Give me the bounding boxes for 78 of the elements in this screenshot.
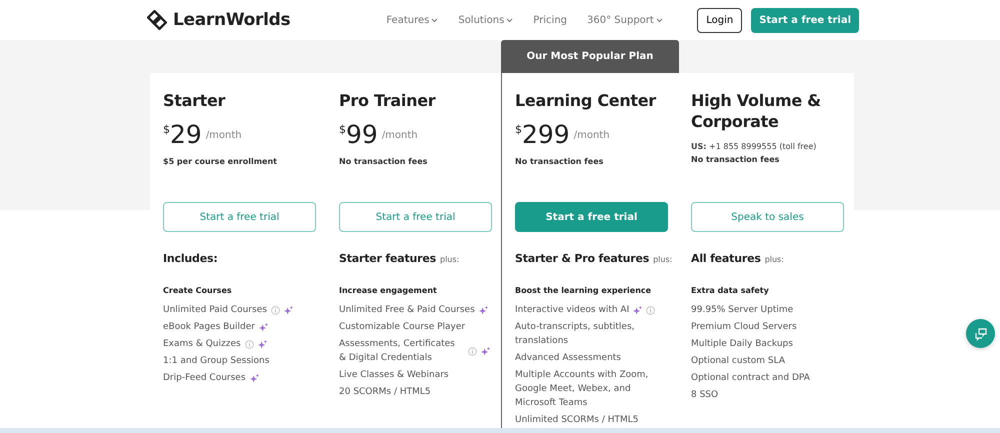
plan-button[interactable]: Speak to sales — [691, 202, 844, 232]
feature-item: Assessments, Certificates & Digital Credentials — [339, 338, 456, 365]
feature-item: 20 SCORMs / HTML5 — [339, 386, 431, 399]
feature-item: Unlimited SCORMs / HTML5 — [515, 414, 639, 427]
feature-group-title: Create Courses — [163, 286, 233, 295]
nav-link[interactable]: 360° Support — [587, 14, 663, 26]
feature-group-title: Boost the learning experience — [515, 286, 652, 295]
feature-item: Unlimited Free & Paid Courses — [339, 304, 475, 317]
plan-button[interactable]: Start a free trial — [339, 202, 492, 232]
logo-icon — [147, 10, 167, 30]
feature-item: Auto-transcripts, subtitles, translations — [515, 321, 636, 348]
info-icon[interactable] — [646, 306, 656, 314]
feature-item: Premium Cloud Servers — [691, 321, 797, 334]
plan-note: No transaction fees — [515, 157, 604, 166]
chat-icon — [974, 326, 988, 340]
billing-period: /month — [206, 130, 242, 141]
feature-item: Live Classes & Webinars — [339, 369, 449, 382]
features-suffix: plus: — [653, 255, 672, 264]
feature-item: Customizable Course Player — [339, 321, 466, 334]
nav-link[interactable]: Features — [386, 14, 438, 26]
plan-name: High Volume & Corporate — [691, 90, 822, 132]
sparkle-icon — [284, 306, 293, 314]
feature-item: Unlimited Paid Courses — [163, 304, 267, 317]
feature-item: 1:1 and Group Sessions — [163, 355, 270, 368]
plan-name: Learning Center — [515, 90, 658, 111]
feature-item: Interactive videos with AI — [515, 304, 630, 317]
chevron-down-icon — [431, 18, 438, 22]
feature-item: Multiple Daily Backups — [691, 338, 793, 351]
info-icon[interactable] — [468, 346, 477, 356]
free-trial-button[interactable]: Start a free trial — [751, 8, 859, 32]
currency-symbol: $ — [339, 123, 346, 136]
plan-name: Starter — [163, 90, 226, 111]
sparkle-icon — [633, 306, 642, 314]
info-icon[interactable] — [270, 306, 280, 314]
feature-group-title: Extra data safety — [691, 286, 770, 295]
chevron-down-icon — [506, 18, 514, 22]
nav-link[interactable]: Solutions — [458, 14, 514, 26]
popular-plan-banner: Our Most Popular Plan — [501, 40, 679, 73]
feature-item: Exams & Quizzes — [163, 338, 241, 351]
plan-note: No transaction fees — [691, 155, 780, 164]
contact-phone: US: +1 855 8999555 (toll free) — [691, 142, 818, 151]
nav-link[interactable]: Pricing — [533, 14, 568, 26]
feature-item: Optional custom SLA — [691, 355, 786, 368]
plan-price: 99 — [346, 121, 378, 149]
sparkle-icon — [481, 346, 490, 356]
features-heading: Starter & Pro features — [515, 252, 650, 265]
plan-button[interactable]: Start a free trial — [163, 202, 316, 232]
sparkle-icon — [478, 306, 488, 314]
feature-item: Optional contract and DPA — [691, 372, 810, 385]
features-suffix: plus: — [764, 255, 784, 264]
billing-period: /month — [574, 130, 610, 141]
plan-price: 29 — [170, 121, 202, 149]
feature-item: Multiple Accounts with Zoom, Google Meet, Webex, and Microsoft Teams — [515, 369, 650, 410]
logo-text[interactable]: LearnWorlds — [173, 10, 290, 30]
sparkle-icon — [258, 340, 267, 348]
currency-symbol: $ — [515, 123, 522, 136]
sparkle-icon — [250, 374, 259, 382]
plan-note: $5 per course enrollment — [163, 157, 278, 166]
billing-period: /month — [382, 130, 418, 141]
sparkle-icon — [258, 322, 268, 332]
features-heading: Includes: — [163, 252, 218, 265]
feature-item: 8 SSO — [691, 389, 718, 402]
plan-price: 299 — [522, 121, 570, 149]
feature-item: Drip-Feed Courses — [163, 372, 246, 385]
features-suffix: plus: — [440, 255, 460, 264]
plan-name: Pro Trainer — [339, 90, 437, 111]
chevron-down-icon — [656, 18, 663, 22]
plan-note: No transaction fees — [339, 157, 428, 166]
feature-item: 99.95% Server Uptime — [691, 304, 794, 317]
feature-group-title: Increase engagement — [339, 286, 438, 295]
features-heading: All features — [691, 252, 761, 265]
login-button[interactable]: Login — [697, 8, 742, 32]
features-heading: Starter features — [339, 252, 436, 265]
currency-symbol: $ — [163, 123, 170, 136]
plan-button[interactable]: Start a free trial — [515, 202, 668, 232]
info-icon[interactable] — [244, 340, 254, 348]
feature-item: eBook Pages Builder — [163, 321, 255, 334]
feature-item: Advanced Assessments — [515, 352, 621, 365]
